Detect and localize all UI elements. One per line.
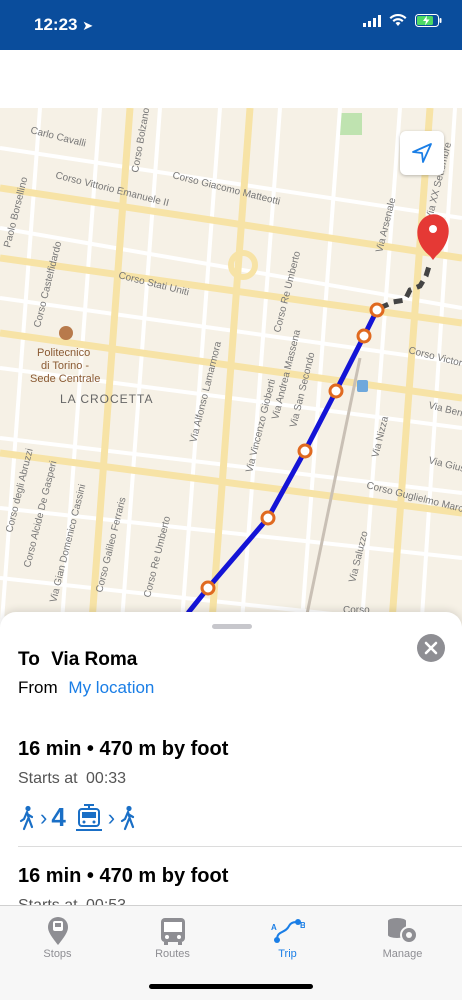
start-time: 00:33	[86, 770, 127, 787]
map-view[interactable]: Carlo Cavalli Corso Bolzano Paolo Borsel…	[0, 108, 462, 648]
origin-link[interactable]: My location	[68, 678, 154, 697]
stop-marker[interactable]	[260, 510, 276, 526]
tab-stops[interactable]: Stops	[0, 914, 115, 960]
university-poi-icon	[59, 326, 73, 340]
tab-trip[interactable]: AB Trip	[230, 914, 345, 960]
stop-marker[interactable]	[356, 328, 372, 344]
trip-route-icon: AB	[271, 919, 305, 943]
clock-text: 12:23	[34, 15, 78, 34]
stop-marker[interactable]	[297, 443, 313, 459]
trip-summary: 16 min • 470 m by foot	[18, 738, 229, 760]
tab-label: Trip	[278, 948, 297, 960]
label-corso-bolzano: Corso Bolzano	[130, 108, 152, 174]
location-arrow-icon: ➤	[82, 18, 94, 33]
tab-label: Manage	[382, 948, 423, 960]
signal-icon	[363, 14, 381, 27]
to-prefix: To	[18, 649, 40, 670]
stop-marker[interactable]	[200, 580, 216, 596]
label-corso-stati-uniti: Corso Stati Uniti	[117, 270, 190, 298]
home-indicator[interactable]	[149, 984, 313, 989]
start-label: Starts at	[18, 770, 78, 787]
map-canvas: Carlo Cavalli Corso Bolzano Paolo Borsel…	[0, 108, 462, 648]
origin-row: From My location	[18, 678, 154, 698]
walk-icon	[19, 805, 34, 830]
tab-routes[interactable]: Routes	[115, 914, 230, 960]
svg-text:A: A	[271, 923, 277, 932]
label-politecnico-2: di Torino -	[41, 360, 89, 372]
label-via-bernardo: Via Bernard	[427, 400, 462, 423]
step-separator-icon: ›	[40, 804, 48, 830]
destination-row: To Via Roma	[18, 649, 137, 671]
label-la-crocetta: LA CROCETTA	[60, 392, 153, 406]
status-icons	[363, 14, 442, 27]
status-time: 12:23 ➤	[34, 15, 93, 35]
train-station-icon	[357, 380, 368, 392]
label-corso-victor: Corso Victor	[407, 345, 462, 369]
battery-charging-icon	[415, 14, 442, 27]
trip-summary: 16 min • 470 m by foot	[18, 865, 229, 887]
label-corso-castelfidardo: Corso Castelfidardo	[32, 240, 64, 329]
label-via-nizza: Via Nizza	[370, 415, 391, 459]
label-politecnico-1: Politecnico	[37, 347, 90, 359]
manage-gear-icon	[387, 918, 418, 944]
svg-text:B: B	[300, 921, 305, 930]
locate-me-button[interactable]	[400, 131, 444, 175]
park-area	[340, 113, 362, 135]
from-prefix: From	[18, 678, 58, 697]
navigation-arrow-icon	[412, 143, 432, 163]
label-via-vincenzo: Via Vincenzo Gioberti	[244, 378, 278, 474]
step-separator-icon: ›	[107, 804, 116, 830]
sheet-grabber[interactable]	[212, 624, 252, 629]
tram-line-number: 4	[51, 802, 66, 832]
label-politecnico-3: Sede Centrale	[30, 373, 100, 385]
walk-icon	[121, 805, 135, 830]
label-corso-re-umberto: Corso Re Umberto	[272, 250, 303, 334]
status-bar: 12:23 ➤	[0, 0, 462, 50]
tab-label: Stops	[43, 948, 72, 960]
roundabout	[228, 250, 258, 280]
trip-steps: › 4 ›	[18, 802, 444, 833]
close-button[interactable]	[417, 634, 445, 662]
trip-option[interactable]: 16 min • 470 m by foot Starts at 00:33 ›…	[18, 738, 444, 833]
bus-icon	[160, 918, 185, 945]
trip-divider	[18, 846, 462, 847]
stop-marker[interactable]	[369, 302, 385, 318]
label-corso-re-umberto-2: Corso Re Umberto	[142, 515, 173, 599]
destination-name: Via Roma	[51, 649, 138, 670]
close-icon	[424, 641, 438, 655]
label-corso-abruzzi: Corso degli Abruzzi	[4, 447, 36, 533]
wifi-icon	[389, 14, 407, 26]
tab-manage[interactable]: Manage	[345, 914, 460, 960]
tram-icon	[75, 803, 102, 831]
nav-header	[0, 50, 462, 108]
stop-pin-icon	[47, 917, 68, 945]
tab-label: Routes	[155, 948, 190, 960]
stop-marker[interactable]	[328, 383, 344, 399]
trip-start: Starts at 00:33	[18, 770, 444, 788]
